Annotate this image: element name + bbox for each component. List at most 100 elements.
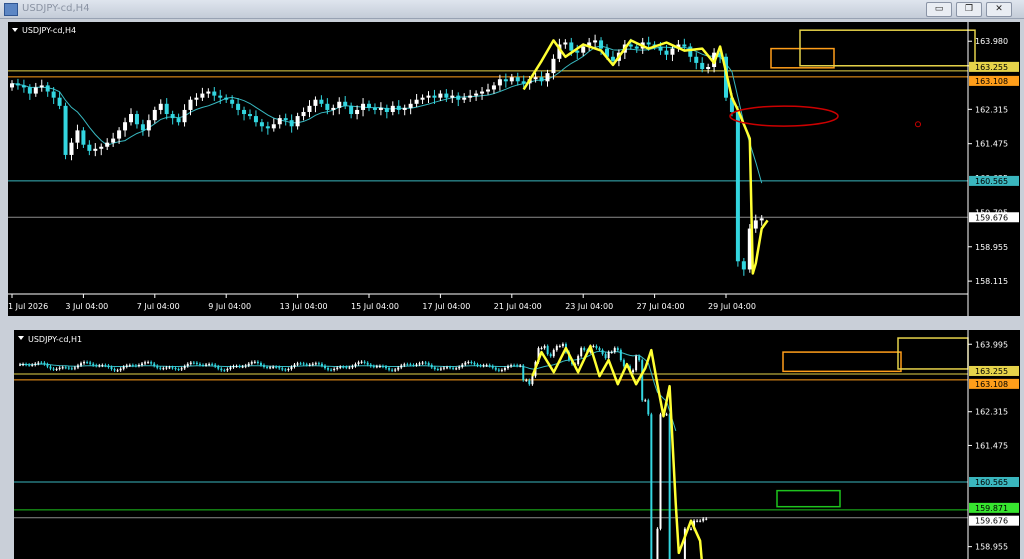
minimize-button[interactable]: ▭ [926, 2, 952, 17]
candle-body [402, 107, 407, 110]
candle-body [665, 414, 668, 416]
candle-body [632, 370, 635, 373]
candle-body [283, 118, 288, 121]
candle-body [34, 363, 37, 365]
candle-body [369, 364, 372, 367]
candle-body [607, 352, 610, 359]
candle-body [107, 365, 110, 368]
candle-body [510, 365, 513, 367]
candle-body [194, 97, 199, 100]
candle-body [189, 362, 192, 364]
candle-body [123, 122, 128, 131]
candle-body [455, 368, 458, 370]
pane-splitter[interactable] [0, 318, 1024, 327]
candle-body [644, 400, 647, 402]
red-dot-marker [915, 121, 921, 128]
candle-body [378, 107, 383, 110]
candle-body [361, 103, 366, 110]
candle-body [253, 361, 256, 363]
candle-body [480, 91, 485, 94]
candle-body [363, 361, 366, 363]
candle-body [40, 362, 43, 364]
candle-body [456, 95, 461, 100]
window-title: USDJPY-cd,H4 [22, 3, 90, 14]
candle-body [269, 367, 272, 369]
candle-body [205, 364, 208, 366]
h4-chart-svg[interactable]: USDJPY-cd,H4 163.980 162.315 161.475 158.955… [8, 22, 1020, 316]
candle-body [595, 346, 598, 349]
candle-body [208, 364, 211, 366]
green-rectangle-zone [776, 489, 841, 508]
candle-body [561, 344, 564, 347]
candle-body [634, 46, 639, 49]
candle-body [468, 95, 473, 98]
y-tick-label: 161.475 [975, 441, 1008, 450]
h4-chart-label: USDJPY-cd,H4 [22, 26, 76, 35]
candle-body [444, 93, 449, 98]
candle-body [690, 528, 692, 530]
candle-body [545, 73, 550, 82]
candle-body [55, 368, 58, 370]
candle-body [390, 105, 395, 112]
candle-body [200, 93, 205, 98]
candle-body [491, 365, 494, 368]
h1-chart-svg[interactable]: USDJPY-cd,H1 163.995 162.315 161.475 158.955… [14, 330, 1020, 559]
candle-body [324, 365, 326, 369]
candle-body [70, 368, 73, 370]
candle-body [638, 356, 641, 361]
candle-body [647, 400, 650, 415]
candle-body [397, 367, 400, 370]
candle-body [598, 348, 601, 351]
candle-body [89, 362, 92, 364]
candle-body [601, 350, 604, 355]
candle-body [113, 369, 116, 371]
candle-body [546, 346, 549, 355]
candle-body [235, 366, 238, 368]
x-tick-label: 3 Jul 04:00 [65, 302, 108, 311]
candle-body [333, 368, 336, 370]
candle-body [577, 356, 580, 365]
candle-body [218, 95, 223, 98]
candle-body [482, 365, 485, 367]
candle-body [366, 362, 369, 365]
candle-body [144, 362, 147, 364]
candle-body [656, 528, 659, 559]
y-tick-label: 163.995 [975, 340, 1008, 349]
candle-body [336, 367, 339, 369]
candle-body [531, 376, 534, 385]
close-button[interactable]: ✕ [986, 2, 1012, 17]
yellow-rectangle-zone [897, 337, 969, 370]
candle-body [202, 364, 204, 366]
candle-body [759, 218, 764, 221]
candle-body [339, 366, 342, 368]
candle-body [461, 364, 464, 367]
candle-body [131, 365, 134, 367]
collapse-arrow-icon [18, 336, 24, 340]
candle-body [186, 363, 189, 367]
candle-body [141, 363, 143, 366]
candle-body [555, 346, 558, 351]
candle-body [367, 103, 371, 108]
candle-body [543, 346, 546, 349]
candle-body [396, 105, 401, 110]
candle-body [394, 369, 397, 371]
candle-body [494, 367, 497, 370]
restore-button[interactable]: ❐ [956, 2, 982, 17]
collapse-arrow-icon [12, 28, 18, 32]
price-label-text: 159.871 [975, 504, 1008, 513]
candle-body [319, 99, 324, 104]
h1-chart-pane[interactable]: USDJPY-cd,H1 163.995 162.315 161.475 158.955… [14, 330, 1020, 559]
candle-body [599, 40, 604, 49]
candle-body [509, 77, 514, 82]
candle-body [569, 42, 574, 51]
candle-body [391, 369, 394, 371]
candle-body [420, 97, 425, 100]
candle-body [516, 365, 519, 367]
h4-chart-pane[interactable]: USDJPY-cd,H4 163.980 162.315 161.475 158.955… [8, 22, 1020, 316]
candle-body [86, 362, 89, 364]
candle-body [503, 79, 508, 82]
candle-body [140, 124, 145, 131]
candle-body [266, 366, 269, 368]
candle-body [522, 365, 525, 381]
candle-body [533, 77, 538, 80]
